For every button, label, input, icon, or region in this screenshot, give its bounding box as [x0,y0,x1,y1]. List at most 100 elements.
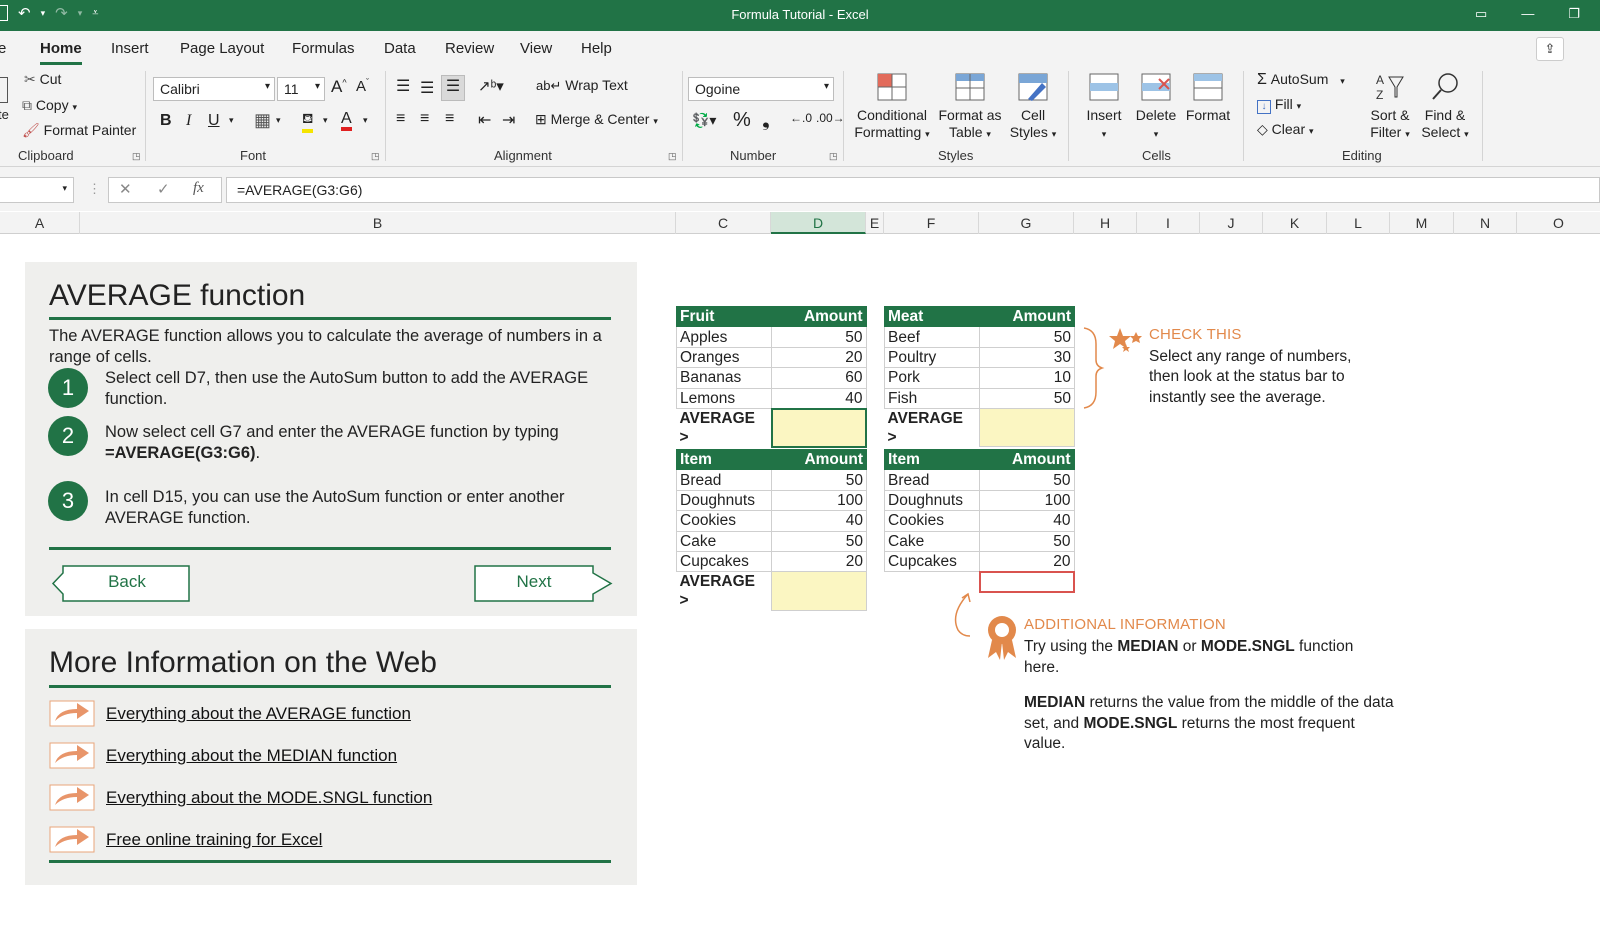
merge-dropdown-icon[interactable]: ▾ [653,116,658,126]
link-median-function[interactable]: Everything about the MEDIAN function [106,746,397,766]
sort-filter-button[interactable]: AZ Sort & Filter ▾ [1368,71,1412,143]
underline-dropdown-icon[interactable]: ▾ [229,115,234,126]
font-color-button[interactable]: A [341,110,352,131]
conditional-formatting-button[interactable]: Conditional Formatting ▾ [853,71,931,143]
table-header[interactable]: Item [884,448,980,471]
enter-icon[interactable]: ✓ [157,180,170,198]
table-cell[interactable]: 50 [771,326,867,348]
table-cell[interactable]: Cake [676,530,772,552]
table-cell[interactable]: Poultry [884,346,980,369]
table-cell[interactable]: Beef [884,326,980,348]
table-header[interactable]: Meat [884,305,980,328]
italic-button[interactable]: I [186,112,191,130]
table-header[interactable]: Item [676,448,772,471]
table-header[interactable]: Amount [979,448,1075,471]
number-format-combo[interactable]: Ogoine ▾ [688,77,834,101]
table-cell[interactable]: 40 [771,387,867,410]
column-header-b[interactable]: B [80,212,676,234]
cut-button[interactable]: ✂ Cut [24,71,61,88]
table-cell[interactable]: 10 [979,367,1075,389]
link-mode-sngl-function[interactable]: Everything about the MODE.SNGL function [106,788,432,808]
table-cell[interactable]: Apples [676,326,772,348]
find-select-button[interactable]: Find & Select ▾ [1420,71,1470,143]
link-free-training[interactable]: Free online training for Excel [106,830,322,850]
column-header-o[interactable]: O [1517,212,1600,234]
average-cell-d7[interactable] [770,407,867,449]
table-cell[interactable]: Cookies [676,510,772,532]
name-box[interactable]: ▾ [0,177,74,203]
comma-style-icon[interactable]: ❟ [762,109,770,132]
column-header-e[interactable]: E [866,212,884,234]
table-cell[interactable]: Bananas [676,367,772,389]
format-painter-button[interactable]: 🖌 Format Painter [22,122,136,139]
table-header[interactable]: Amount [771,305,867,328]
cancel-icon[interactable]: ✕ [119,180,132,198]
table-cell[interactable]: Cookies [884,510,980,532]
align-bottom-icon[interactable]: ☰ [441,75,465,101]
increase-decimal-icon[interactable]: ←.0 [790,111,812,125]
table-cell[interactable]: Doughnuts [884,489,980,512]
underline-button[interactable]: U [208,112,220,130]
font-color-dropdown-icon[interactable]: ▾ [363,115,368,126]
table-cell[interactable]: 100 [771,489,867,512]
delete-cells-button[interactable]: Delete ▾ [1134,71,1178,143]
table-cell[interactable]: 100 [979,489,1075,512]
table-cell[interactable]: 50 [771,530,867,552]
orientation-icon[interactable]: ↗ᵇ▾ [478,77,504,95]
table-cell[interactable]: Cupcakes [676,550,772,573]
borders-dropdown-icon[interactable]: ▾ [276,115,281,126]
increase-font-size-icon[interactable]: A^ [331,77,347,97]
font-launcher-icon[interactable]: ◳ [371,151,380,162]
accounting-format-icon[interactable]: 💱▾ [692,112,716,129]
paste-icon[interactable] [0,77,8,106]
bold-button[interactable]: B [160,112,172,130]
tab-file[interactable]: e [0,40,6,57]
column-header-j[interactable]: J [1200,212,1263,234]
table-cell[interactable]: 20 [979,550,1075,573]
table-cell[interactable]: 20 [771,550,867,573]
average-cell-d15[interactable] [771,571,867,611]
decrease-decimal-icon[interactable]: .00→ [816,111,845,125]
wrap-text-button[interactable]: ab↵ Wrap Text [536,77,628,94]
table-cell[interactable]: Fish [884,387,980,409]
borders-icon[interactable]: ▦ [254,110,271,131]
column-header-m[interactable]: M [1390,212,1454,234]
table-cell[interactable]: 50 [979,387,1075,409]
tab-formulas[interactable]: Formulas [292,40,355,57]
restore-icon[interactable]: ❐ [1568,6,1580,22]
share-button[interactable]: ⇪ [1536,37,1564,61]
fill-color-dropdown-icon[interactable]: ▾ [323,115,328,126]
tab-home[interactable]: Home [40,40,82,65]
paste-label[interactable]: te [0,107,9,122]
tab-page-layout[interactable]: Page Layout [180,40,264,57]
table-cell[interactable]: 50 [979,530,1075,552]
table-cell[interactable]: 30 [979,346,1075,369]
align-center-icon[interactable]: ≡ [420,110,429,128]
tab-insert[interactable]: Insert [111,40,149,57]
align-middle-icon[interactable]: ☰ [420,78,434,98]
table-cell[interactable]: 40 [979,510,1075,532]
font-size-combo[interactable]: 11 ▾ [277,77,325,101]
ribbon-display-options-icon[interactable]: ▭ [1475,6,1487,22]
format-cells-button[interactable]: Format [1184,71,1232,124]
copy-button[interactable]: ⧉ Copy ▾ [22,97,77,114]
table-cell[interactable]: 60 [771,367,867,389]
table-cell[interactable]: Doughnuts [676,489,772,512]
formula-input[interactable]: =AVERAGE(G3:G6) [226,177,1600,203]
table-cell[interactable]: Lemons [676,387,772,410]
table-cell[interactable]: Bread [884,469,980,491]
tab-view[interactable]: View [520,40,552,57]
insert-cells-button[interactable]: Insert ▾ [1082,71,1126,143]
table-cell[interactable]: 50 [979,469,1075,491]
column-header-l[interactable]: L [1327,212,1390,234]
table-cell[interactable]: 50 [979,326,1075,348]
column-header-i[interactable]: I [1137,212,1200,234]
column-header-c[interactable]: C [676,212,771,234]
column-header-d[interactable]: D [771,212,866,234]
next-button[interactable]: Next [475,565,593,602]
cell-styles-button[interactable]: Cell Styles ▾ [1008,71,1058,143]
clear-button[interactable]: ◇ Clear ▾ [1257,121,1314,138]
autosum-button[interactable]: Σ AutoSum ▾ [1257,71,1345,89]
table-cell[interactable]: 50 [771,469,867,491]
alignment-launcher-icon[interactable]: ◳ [668,151,677,162]
